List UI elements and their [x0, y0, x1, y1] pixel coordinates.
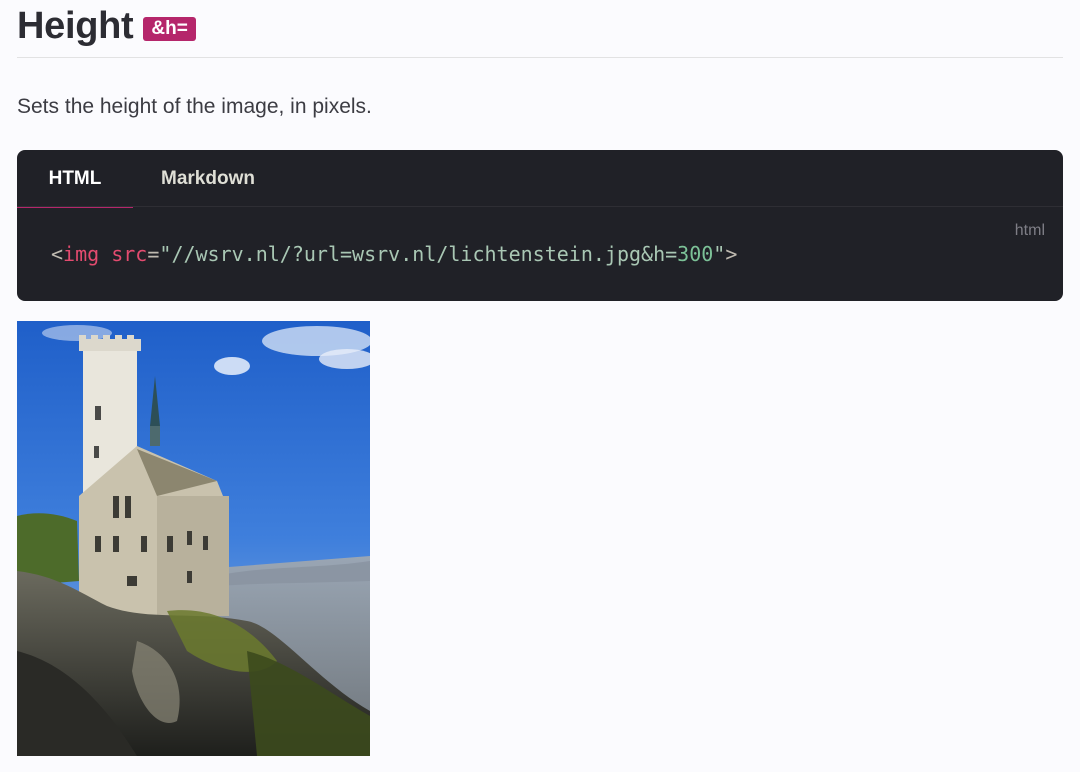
code-language-label: html: [1014, 222, 1045, 239]
code-token-value-end: 300: [677, 242, 714, 266]
code-token-quote-open: ": [159, 242, 172, 266]
code-token-open: <: [51, 242, 64, 266]
castle-photo: [17, 321, 370, 756]
code-token-quote-close: ": [713, 242, 726, 266]
param-badge: &h=: [143, 17, 196, 41]
section-description: Sets the height of the image, in pixels.: [17, 95, 372, 118]
heading-divider: [17, 57, 1063, 58]
code-tabs: HTML Markdown: [17, 150, 1063, 208]
code-block: HTML Markdown html <img src="//wsrv.nl/?…: [17, 150, 1063, 301]
code-token-close: >: [725, 242, 738, 266]
code-token-attr: src: [111, 242, 148, 266]
section-heading: Height &h=: [17, 4, 196, 48]
code-token-tag: img: [63, 242, 100, 266]
code-token-value: //wsrv.nl/?url=wsrv.nl/lichtenstein.jpg&…: [171, 242, 678, 266]
code-snippet[interactable]: <img src="//wsrv.nl/?url=wsrv.nl/lichten…: [51, 240, 737, 268]
section-title: Height: [17, 5, 134, 47]
tab-html[interactable]: HTML: [17, 150, 133, 208]
code-token-eq: =: [147, 242, 160, 266]
tab-markdown[interactable]: Markdown: [161, 150, 255, 207]
